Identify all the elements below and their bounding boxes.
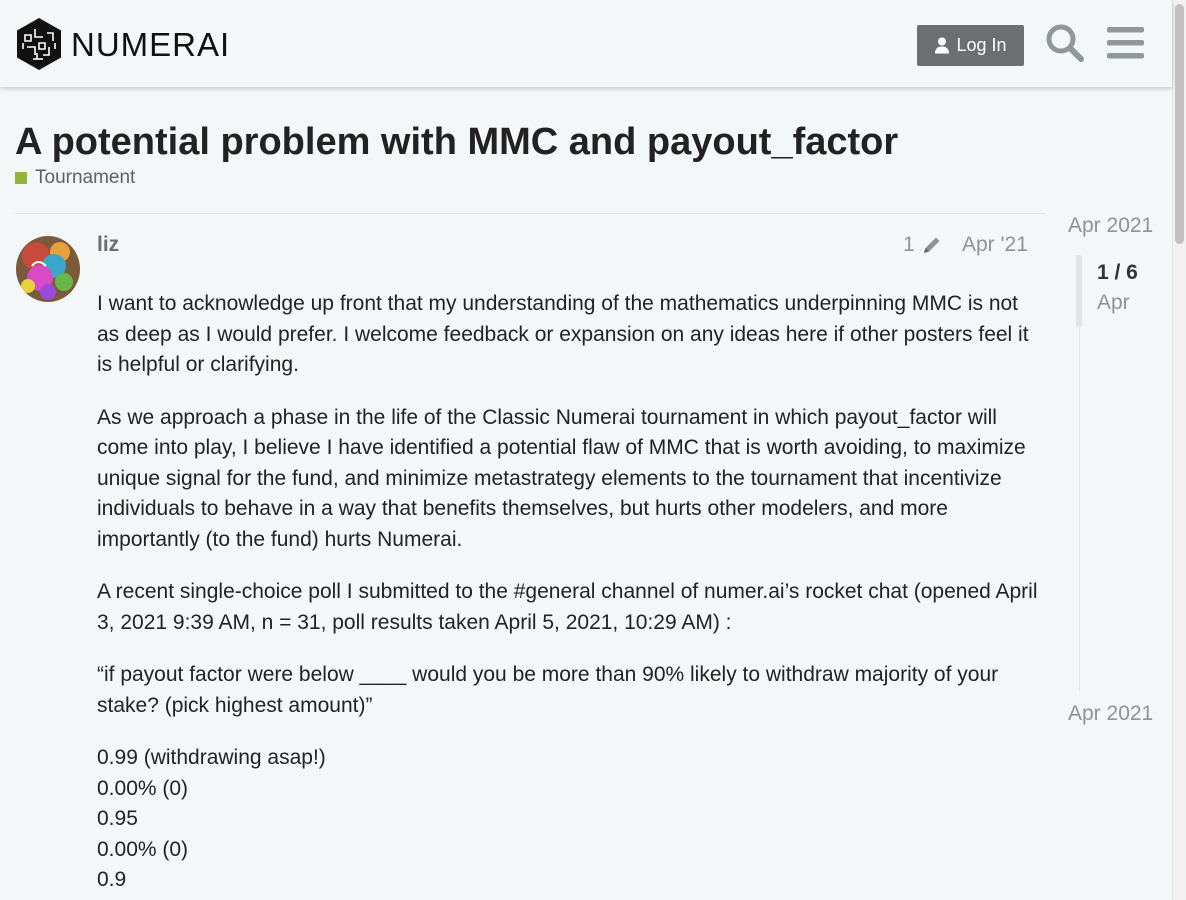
category-badge[interactable]: Tournament bbox=[15, 167, 135, 189]
timeline-position-date: Apr bbox=[1097, 291, 1130, 314]
post-paragraph: I want to acknowledge up front that my u… bbox=[97, 292, 1029, 376]
user-icon bbox=[935, 37, 950, 54]
scrollbar-thumb[interactable] bbox=[1175, 4, 1184, 244]
edit-count: 1 bbox=[903, 233, 915, 256]
timeline-position: 1 / 6 bbox=[1097, 261, 1138, 284]
site-header: NUMERAI Log In bbox=[0, 0, 1172, 87]
poll-results: 0.99 (withdrawing asap!) 0.00% (0) 0.95 … bbox=[97, 743, 1042, 896]
poll-line: 0.00% (0) bbox=[97, 837, 189, 861]
timeline-scroller-handle[interactable] bbox=[1076, 255, 1082, 327]
logo-wordmark: NUMERAI bbox=[71, 25, 231, 63]
login-label: Log In bbox=[956, 35, 1007, 55]
topic-divider bbox=[15, 213, 1046, 214]
poll-line: 0.95 bbox=[97, 807, 138, 830]
post-paragraph: A recent single-choice poll I submitted … bbox=[97, 580, 1038, 634]
login-button[interactable]: Log In bbox=[917, 25, 1024, 66]
category-color-swatch bbox=[15, 172, 27, 184]
poll-line: 0.9 bbox=[97, 868, 127, 891]
search-icon bbox=[1046, 24, 1084, 62]
topic-title[interactable]: A potential problem with MMC and payout_… bbox=[15, 118, 898, 166]
post-paragraph: “if payout factor were below ____ would … bbox=[97, 663, 999, 717]
search-button[interactable] bbox=[1045, 23, 1085, 63]
post-body: I want to acknowledge up front that my u… bbox=[97, 289, 1042, 896]
category-label: Tournament bbox=[35, 167, 136, 188]
hamburger-menu-icon bbox=[1107, 27, 1144, 59]
poll-line: 0.99 (withdrawing asap!) bbox=[97, 746, 326, 769]
post-date[interactable]: Apr '21 bbox=[962, 233, 1028, 257]
timeline-start-date[interactable]: Apr 2021 bbox=[1068, 214, 1153, 238]
avatar-image bbox=[16, 236, 80, 302]
timeline-end-date[interactable]: Apr 2021 bbox=[1068, 702, 1153, 726]
post-paragraph: As we approach a phase in the life of th… bbox=[97, 405, 1026, 551]
page-scrollbar[interactable] bbox=[1172, 0, 1186, 900]
numerai-logo[interactable]: NUMERAI bbox=[15, 17, 230, 71]
pencil-icon bbox=[923, 237, 940, 253]
user-avatar[interactable] bbox=[16, 236, 80, 302]
edit-history-button[interactable]: 1 bbox=[903, 233, 943, 257]
post-author[interactable]: liz bbox=[97, 233, 119, 257]
poll-line: 0.00% (0) bbox=[97, 776, 189, 800]
menu-button[interactable] bbox=[1107, 26, 1144, 60]
numerai-logo-icon bbox=[17, 18, 61, 70]
